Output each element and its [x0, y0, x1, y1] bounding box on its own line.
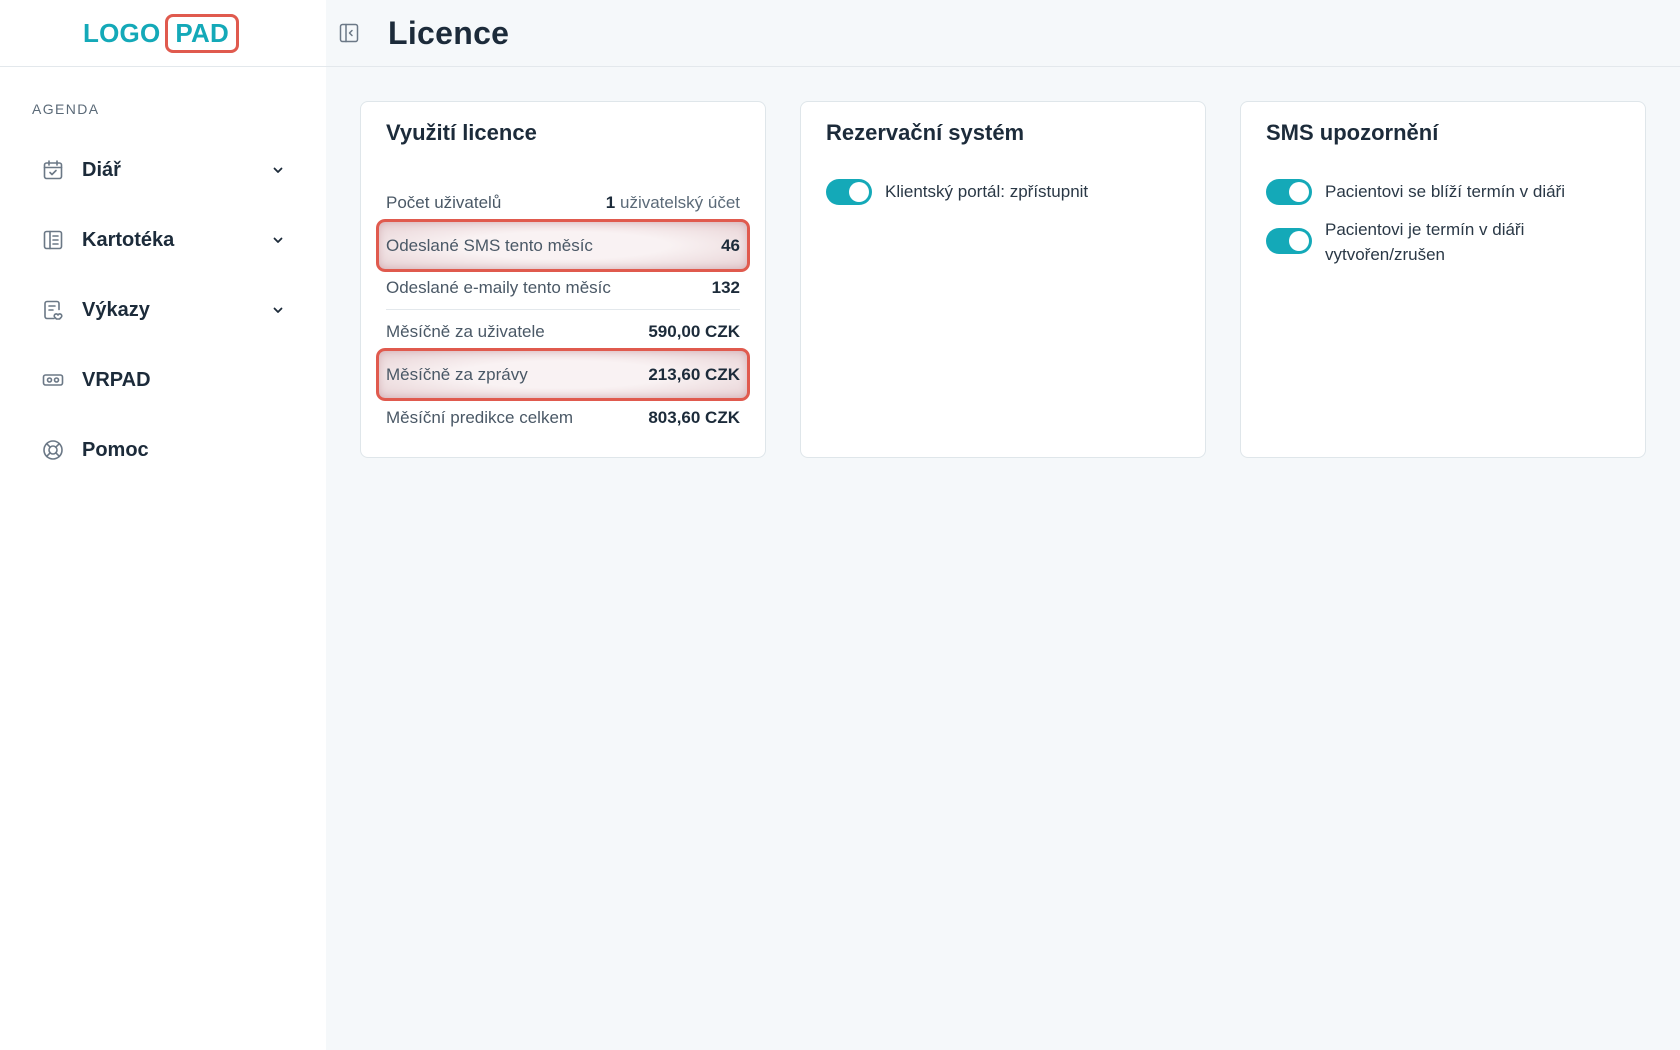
toggle-label: Pacientovi je termín v diáři vytvořen/zr… — [1325, 217, 1524, 267]
row-value: 213,60 CZK — [648, 364, 740, 384]
sms-reminder-toggle-row: Pacientovi se blíží termín v diáři — [1266, 179, 1565, 205]
sidebar: LOGO PAD AGENDA Diář Kartotéka Výkazy VR… — [0, 0, 326, 1050]
sidebar-item-pomoc[interactable]: Pomoc — [0, 415, 326, 485]
chevron-down-icon[interactable] — [270, 232, 286, 248]
license-row-monthly-total: Měsíční predikce celkem 803,60 CZK — [386, 396, 740, 439]
license-row-users: Počet uživatelů 1 uživatelský účet — [386, 181, 740, 224]
sidebar-item-vykazy[interactable]: Výkazy — [0, 275, 326, 345]
sms-created-cancelled-toggle-row: Pacientovi je termín v diáři vytvořen/zr… — [1266, 217, 1524, 267]
sidebar-item-vrpad[interactable]: VRPAD — [0, 345, 326, 415]
book-icon — [40, 227, 66, 253]
sms-created-cancelled-toggle[interactable] — [1266, 228, 1312, 254]
toggle-knob — [849, 182, 869, 202]
row-label: Měsíční predikce celkem — [386, 407, 574, 427]
client-portal-toggle-row: Klientský portál: zpřístupnit — [826, 179, 1088, 205]
row-value: 803,60 CZK — [648, 407, 740, 427]
card-title: Využití licence — [386, 120, 537, 145]
logo-text-left: LOGO — [83, 17, 161, 48]
calendar-check-icon — [40, 157, 66, 183]
sidebar-item-label: Výkazy — [82, 298, 150, 321]
row-value: 46 — [721, 235, 740, 255]
row-value: 590,00 CZK — [648, 321, 740, 341]
row-label: Počet uživatelů — [386, 192, 502, 212]
page-header: Licence — [326, 0, 1680, 67]
toggle-label: Klientský portál: zpřístupnit — [885, 182, 1089, 201]
report-icon — [40, 297, 66, 323]
logo-area: LOGO PAD — [0, 0, 326, 67]
sms-reminder-toggle[interactable] — [1266, 179, 1312, 205]
sidebar-collapse-icon[interactable] — [336, 20, 362, 46]
logo-text-right: PAD — [165, 13, 239, 53]
toggle-knob — [1289, 231, 1309, 251]
license-usage-card: Využití licence Počet uživatelů 1 uživat… — [360, 101, 766, 458]
row-value: 1 uživatelský účet — [606, 193, 740, 213]
sidebar-item-label: Kartotéka — [82, 228, 175, 251]
page-title: Licence — [388, 14, 510, 51]
sidebar-nav: Diář Kartotéka Výkazy VRPAD Pomoc — [0, 135, 326, 485]
user-count-unit: uživatelský účet — [620, 192, 740, 212]
row-label: Měsíčně za zprávy — [386, 364, 528, 384]
license-row-monthly-users: Měsíčně za uživatele 590,00 CZK — [386, 310, 740, 353]
license-row-emails: Odeslané e-maily tento měsíc 132 — [386, 267, 740, 310]
license-row-sms-highlighted: Odeslané SMS tento měsíc 46 — [376, 219, 750, 272]
sms-notifications-card: SMS upozornění Pacientovi se blíží termí… — [1240, 101, 1646, 458]
sidebar-item-label: Diář — [82, 158, 121, 181]
chevron-down-icon[interactable] — [270, 302, 286, 318]
license-rows: Počet uživatelů 1 uživatelský účet Odesl… — [376, 181, 750, 439]
row-label: Odeslané SMS tento měsíc — [386, 235, 593, 255]
lifebuoy-icon — [40, 437, 66, 463]
toggle-label: Pacientovi se blíží termín v diáři — [1325, 182, 1565, 201]
sidebar-item-label: Pomoc — [82, 438, 149, 461]
user-count: 1 — [605, 192, 616, 212]
sidebar-item-label: VRPAD — [82, 368, 151, 391]
logo[interactable]: LOGO PAD — [83, 13, 239, 53]
card-title: SMS upozornění — [1266, 120, 1439, 145]
chevron-down-icon[interactable] — [270, 162, 286, 178]
toggle-knob — [1289, 182, 1309, 202]
client-portal-toggle[interactable] — [826, 179, 872, 205]
license-row-monthly-messages-highlighted: Měsíčně za zprávy 213,60 CZK — [376, 348, 750, 401]
sidebar-item-diar[interactable]: Diář — [0, 135, 326, 205]
sidebar-item-kartoteka[interactable]: Kartotéka — [0, 205, 326, 275]
toggle-label-line2: vytvořen/zrušen — [1325, 245, 1445, 264]
row-value: 132 — [711, 278, 740, 297]
card-title: Rezervační systém — [826, 120, 1025, 145]
booking-system-card: Rezervační systém Klientský portál: zpří… — [800, 101, 1206, 458]
vr-headset-icon — [40, 367, 66, 393]
section-label-agenda: AGENDA — [32, 101, 100, 117]
row-label: Měsíčně za uživatele — [386, 321, 545, 341]
toggle-label-line1: Pacientovi je termín v diáři — [1325, 220, 1525, 239]
row-label: Odeslané e-maily tento měsíc — [386, 278, 611, 297]
